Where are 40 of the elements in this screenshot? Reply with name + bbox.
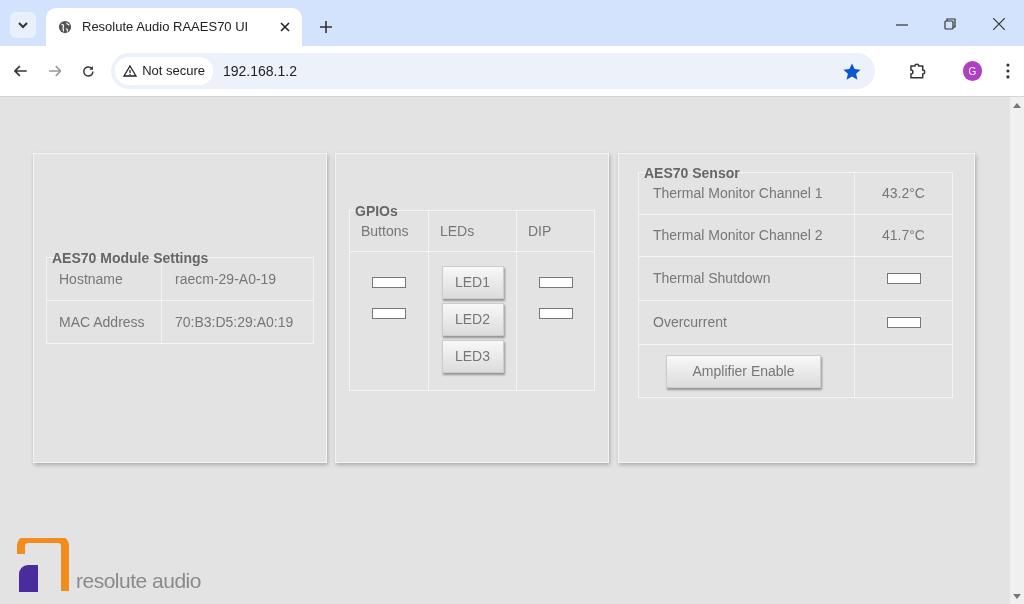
address-bar[interactable]: Not secure 192.168.1.2 <box>111 53 875 89</box>
puzzle-icon[interactable] <box>908 62 927 80</box>
close-icon[interactable] <box>993 18 1005 30</box>
scroll-up-icon[interactable] <box>1013 103 1021 108</box>
browser-tab[interactable]: Resolute Audio RAAES70 UI <box>46 8 302 46</box>
table-cell: 41.7°C <box>854 214 953 257</box>
panel-title: AES70 Module Settings <box>51 249 210 268</box>
security-chip[interactable]: Not secure <box>115 57 213 85</box>
scroll-down-icon[interactable] <box>1013 594 1021 599</box>
reload-icon[interactable] <box>82 64 96 78</box>
profile-avatar[interactable]: G <box>962 61 983 81</box>
led-button[interactable]: LED2 <box>441 303 504 336</box>
column-header: LEDs <box>428 210 517 252</box>
column-header: DIP <box>516 210 595 252</box>
restore-icon[interactable] <box>944 18 956 30</box>
forward-arrow-icon[interactable] <box>47 65 62 77</box>
table-cell: Thermal Shutdown <box>638 256 855 301</box>
url-text: 192.168.1.2 <box>223 61 298 81</box>
tab-title: Resolute Audio RAAES70 UI <box>82 18 250 37</box>
led-button[interactable]: LED3 <box>441 340 504 373</box>
chevron-down-icon <box>18 21 28 29</box>
table-cell: Thermal Monitor Channel 2 <box>638 214 855 257</box>
brand-name: resolute audio <box>76 567 201 594</box>
led-button[interactable]: LED1 <box>441 266 504 299</box>
tab-search-button[interactable] <box>10 12 36 38</box>
table-cell: 70:B3:D5:29:A0:19 <box>161 300 314 344</box>
star-icon[interactable] <box>842 62 861 80</box>
close-icon[interactable] <box>280 22 290 32</box>
new-tab-icon[interactable] <box>320 21 332 33</box>
globe-icon <box>58 20 72 34</box>
table-cell: 43.2°C <box>854 172 953 215</box>
table-cell: MAC Address <box>46 300 162 344</box>
table-cell: Overcurrent <box>638 300 855 345</box>
warning-icon <box>123 65 138 77</box>
scrollbar[interactable] <box>1010 97 1024 604</box>
back-arrow-icon[interactable] <box>14 65 28 77</box>
panel-title: GPIOs <box>354 202 399 221</box>
panel-title: AES70 Sensor <box>643 164 741 183</box>
more-menu-icon[interactable] <box>1006 63 1010 79</box>
amplifier-enable-button[interactable]: Amplifier Enable <box>666 354 821 388</box>
